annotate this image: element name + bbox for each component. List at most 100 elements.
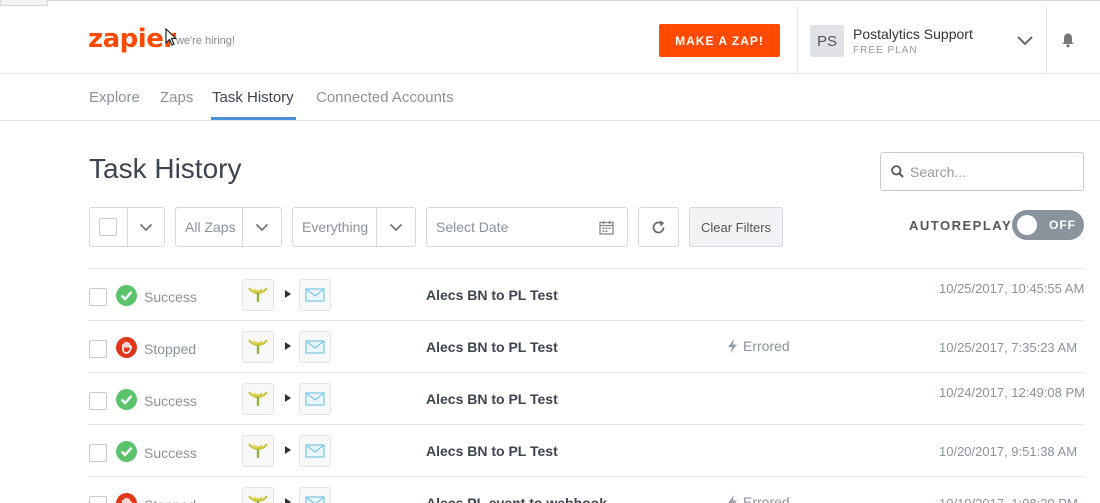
zap-name[interactable]: Alecs BN to PL Test — [426, 443, 558, 459]
control-divider — [127, 208, 128, 246]
errored-text: Errored — [743, 338, 790, 354]
trigger-app-icon — [242, 383, 274, 415]
task-list: Success Alecs BN to PL Test 10/25/2017, … — [88, 268, 1085, 503]
status-text: Success — [144, 445, 197, 461]
chevron-down-icon[interactable] — [139, 223, 153, 232]
errored-text: Errored — [743, 494, 790, 503]
row-checkbox[interactable] — [89, 340, 107, 358]
row-checkbox[interactable] — [89, 496, 107, 503]
date-filter-input[interactable]: Select Date — [426, 207, 628, 247]
zap-name[interactable]: Alecs PL event to webhook — [426, 495, 607, 503]
page-title: Task History — [89, 153, 242, 184]
trigger-app-icon — [242, 331, 274, 363]
row-checkbox[interactable] — [89, 444, 107, 462]
select-all-checkbox[interactable] — [99, 218, 117, 236]
arrow-right-icon — [285, 394, 291, 402]
nav-connected-accounts[interactable]: Connected Accounts — [316, 89, 454, 106]
nav-zaps[interactable]: Zaps — [160, 89, 193, 106]
clear-filters-button[interactable]: Clear Filters — [689, 207, 783, 247]
account-plan: FREE PLAN — [853, 45, 918, 56]
check-circle-icon — [116, 389, 137, 410]
table-row[interactable]: Success Alecs BN to PL Test 10/20/2017, … — [88, 424, 1084, 476]
errored-note: Errored — [728, 494, 790, 503]
arrow-right-icon — [285, 446, 291, 454]
status-text: Stopped — [144, 497, 196, 503]
table-row[interactable]: Stopped Alecs PL event to webhook Errore… — [88, 476, 1084, 503]
task-date: 10/25/2017, 10:45:55 AM — [939, 281, 1085, 296]
trigger-app-icon — [242, 279, 274, 311]
bolt-icon — [728, 339, 737, 353]
status-text: Success — [144, 393, 197, 409]
app-logo-icon — [248, 391, 268, 406]
select-all-dropdown[interactable] — [89, 207, 165, 247]
zapier-logo[interactable]: zapier — [88, 24, 176, 54]
trigger-app-icon — [242, 435, 274, 467]
chevron-down-icon[interactable] — [255, 223, 269, 232]
header-divider — [1046, 6, 1047, 74]
action-app-icon — [299, 435, 331, 467]
main-nav: Explore Zaps Task History Connected Acco… — [0, 75, 1100, 121]
envelope-icon — [305, 392, 325, 406]
control-divider — [376, 208, 377, 246]
type-filter-value: Everything — [302, 219, 369, 235]
task-date: 10/24/2017, 12:49:08 PM — [939, 385, 1086, 400]
bolt-icon — [728, 495, 737, 503]
table-row[interactable]: Success Alecs BN to PL Test 10/25/2017, … — [88, 268, 1084, 320]
calendar-icon[interactable] — [599, 220, 614, 235]
active-tab-indicator — [211, 117, 296, 120]
zap-name[interactable]: Alecs BN to PL Test — [426, 391, 558, 407]
header-divider — [797, 6, 798, 74]
status-text: Stopped — [144, 341, 197, 357]
arrow-right-icon — [285, 498, 291, 503]
search-icon — [891, 165, 904, 178]
autoreplay-toggle[interactable]: OFF — [1012, 210, 1084, 240]
action-app-icon — [299, 487, 331, 503]
hiring-link[interactable]: we're hiring! — [176, 35, 235, 47]
arrow-right-icon — [285, 342, 291, 350]
table-row[interactable]: Success Alecs BN to PL Test 10/24/2017, … — [88, 372, 1085, 424]
check-circle-icon — [116, 441, 137, 462]
errored-note: Errored — [728, 338, 790, 354]
app-logo-icon — [248, 339, 268, 354]
autoreplay-label: AUTOREPLAY — [909, 218, 1013, 233]
bell-icon[interactable] — [1060, 32, 1076, 48]
nav-explore[interactable]: Explore — [89, 89, 140, 106]
chevron-down-icon[interactable] — [389, 223, 403, 232]
zap-name[interactable]: Alecs BN to PL Test — [426, 339, 558, 355]
row-checkbox[interactable] — [89, 392, 107, 410]
table-row[interactable]: Stopped Alecs BN to PL Test Errored 10/2… — [88, 320, 1084, 372]
stop-hand-icon — [116, 337, 137, 358]
stop-hand-icon — [116, 493, 137, 503]
app-logo-icon — [248, 287, 268, 302]
action-app-icon — [299, 279, 331, 311]
envelope-icon — [305, 340, 325, 354]
search-box[interactable] — [880, 152, 1084, 191]
refresh-button[interactable] — [638, 207, 679, 247]
action-app-icon — [299, 331, 331, 363]
arrow-right-icon — [285, 290, 291, 298]
envelope-icon — [305, 496, 325, 503]
make-a-zap-button[interactable]: MAKE A ZAP! — [659, 24, 780, 57]
type-filter-select[interactable]: Everything — [292, 207, 416, 247]
chevron-down-icon[interactable] — [1016, 34, 1034, 46]
app-logo-icon — [248, 495, 268, 503]
zaps-filter-select[interactable]: All Zaps — [175, 207, 282, 247]
action-app-icon — [299, 383, 331, 415]
search-input[interactable] — [910, 163, 1070, 180]
row-checkbox[interactable] — [89, 288, 107, 306]
task-date: 10/20/2017, 9:51:38 AM — [939, 444, 1078, 459]
zaps-filter-value: All Zaps — [185, 219, 236, 235]
nav-task-history[interactable]: Task History — [212, 89, 294, 106]
autoreplay-state: OFF — [1049, 218, 1076, 232]
top-header: zapier we're hiring! MAKE A ZAP! PS Post… — [0, 6, 1100, 74]
trigger-app-icon — [242, 487, 274, 503]
refresh-icon — [652, 220, 665, 233]
avatar[interactable]: PS — [810, 25, 844, 57]
toggle-knob — [1017, 215, 1037, 235]
app-logo-icon — [248, 443, 268, 458]
envelope-icon — [305, 444, 325, 458]
account-name[interactable]: Postalytics Support — [853, 26, 973, 42]
date-filter-placeholder: Select Date — [436, 219, 509, 235]
zap-name[interactable]: Alecs BN to PL Test — [426, 287, 558, 303]
control-divider — [242, 208, 243, 246]
